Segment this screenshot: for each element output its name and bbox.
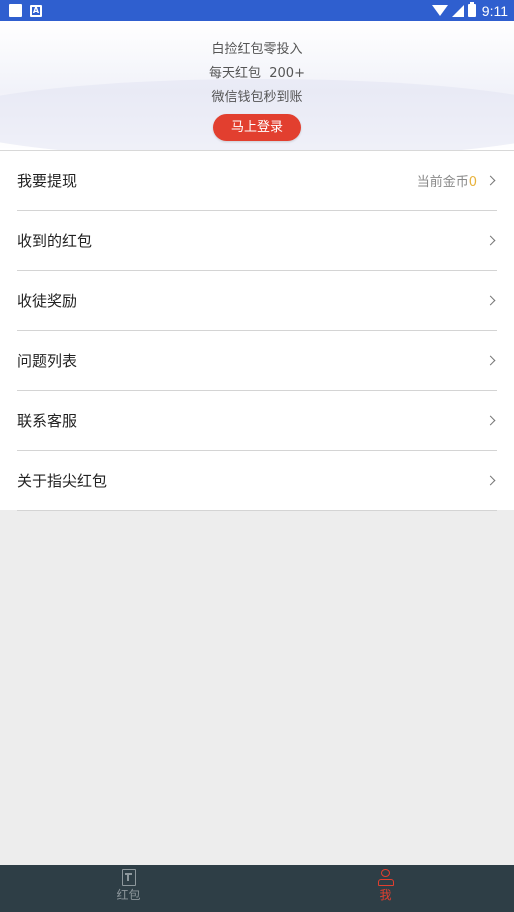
notification-square-icon [9, 4, 22, 17]
menu-list: 我要提现 当前金币0 收到的红包 收徒奖励 问题列表 联系客服 关于指尖红包 [0, 151, 514, 511]
menu-item-withdraw[interactable]: 我要提现 当前金币0 [17, 151, 497, 211]
coin-balance-label: 当前金币 [416, 175, 469, 190]
tab-me[interactable]: 我 [257, 865, 514, 912]
menu-item-received-packets[interactable]: 收到的红包 [17, 211, 497, 271]
menu-item-about[interactable]: 关于指尖红包 [17, 451, 497, 511]
wifi-icon [431, 5, 448, 16]
person-icon [377, 869, 394, 886]
menu-item-label: 收到的红包 [17, 232, 93, 250]
bottom-nav: 红包 我 [0, 865, 514, 912]
menu-item-faq[interactable]: 问题列表 [17, 331, 497, 391]
promo-text: 白捡红包零投入 每天红包 200+ 微信钱包秒到账 [0, 38, 514, 110]
chevron-right-icon [485, 175, 496, 186]
menu-item-apprentice-rewards[interactable]: 收徒奖励 [17, 271, 497, 331]
promo-line-2: 每天红包 200+ [209, 66, 305, 81]
menu-item-contact-support[interactable]: 联系客服 [17, 391, 497, 451]
tab-redpacket[interactable]: 红包 [0, 865, 257, 912]
chevron-right-icon [485, 355, 496, 366]
login-button[interactable]: 马上登录 [213, 114, 301, 141]
redpacket-icon [121, 869, 136, 886]
coin-balance: 当前金币0 [417, 171, 477, 190]
profile-header: 白捡红包零投入 每天红包 200+ 微信钱包秒到账 马上登录 [0, 21, 514, 150]
menu-item-label: 联系客服 [17, 412, 78, 430]
battery-icon [467, 2, 476, 17]
menu-item-label: 关于指尖红包 [17, 472, 108, 490]
promo-line-1: 白捡红包零投入 [211, 42, 303, 57]
status-bar: A 9:11 [0, 0, 514, 21]
chevron-right-icon [485, 235, 496, 246]
chevron-right-icon [485, 295, 496, 306]
promo-line-3: 微信钱包秒到账 [211, 90, 303, 105]
chevron-right-icon [485, 415, 496, 426]
tab-label: 我 [379, 888, 392, 902]
status-time: 9:11 [481, 2, 508, 19]
signal-icon [451, 4, 464, 17]
menu-item-label: 问题列表 [17, 352, 78, 370]
tab-label: 红包 [116, 888, 141, 902]
menu-item-label: 我要提现 [17, 172, 78, 190]
menu-item-label: 收徒奖励 [17, 292, 78, 310]
chevron-right-icon [485, 475, 496, 486]
coin-balance-value: 0 [468, 175, 477, 190]
app-a-icon: A [30, 4, 42, 17]
